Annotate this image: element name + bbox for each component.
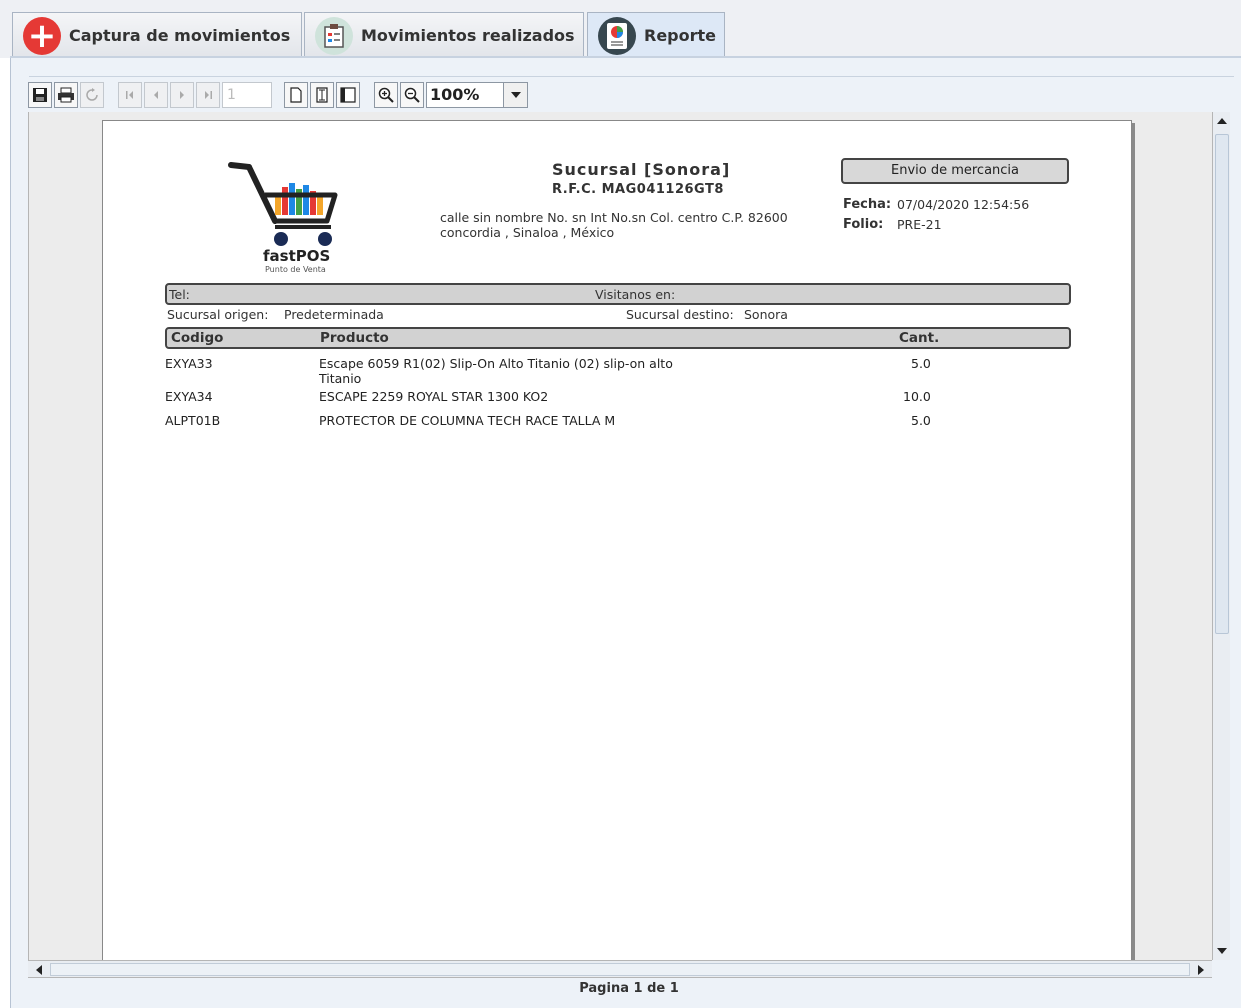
address-line-1: calle sin nombre No. sn Int No.sn Col. c… bbox=[440, 210, 788, 225]
logo-text: fastPOS bbox=[263, 247, 331, 265]
document-title: Envio de mercancia bbox=[841, 158, 1069, 184]
horizontal-scrollbar[interactable] bbox=[28, 960, 1212, 978]
page-number-input[interactable]: 1 bbox=[222, 82, 272, 108]
sucursal-origen-value: Predeterminada bbox=[284, 307, 384, 322]
refresh-icon bbox=[86, 88, 98, 101]
tab-movimientos-realizados[interactable]: Movimientos realizados bbox=[304, 12, 584, 58]
report-page: fastPOS Punto de Venta Sucursal [Sonora]… bbox=[102, 120, 1132, 960]
tel-label: Tel: bbox=[169, 287, 190, 302]
fecha-label: Fecha: bbox=[843, 197, 892, 212]
shopping-cart-icon bbox=[228, 162, 338, 246]
next-page-icon bbox=[180, 91, 184, 99]
report-viewport[interactable]: fastPOS Punto de Venta Sucursal [Sonora]… bbox=[28, 112, 1212, 960]
scroll-up-button[interactable] bbox=[1213, 112, 1231, 130]
table-header: Codigo Producto Cant. bbox=[165, 327, 1071, 349]
clipboard-icon bbox=[315, 16, 353, 55]
panel-border bbox=[29, 76, 1234, 77]
fit-page-button[interactable] bbox=[310, 82, 334, 108]
fit-width-button[interactable] bbox=[336, 82, 360, 108]
print-button[interactable] bbox=[54, 82, 78, 108]
chevron-down-icon bbox=[510, 92, 521, 98]
arrow-left-icon bbox=[36, 965, 42, 975]
tab-label: Movimientos realizados bbox=[361, 26, 575, 45]
column-codigo: Codigo bbox=[171, 330, 224, 346]
folio-value: PRE-21 bbox=[897, 217, 942, 232]
tab-captura-de-movimientos[interactable]: + Captura de movimientos bbox=[12, 12, 302, 58]
arrow-down-icon bbox=[1217, 948, 1227, 954]
report-icon bbox=[598, 16, 636, 55]
row-cant: 5.0 bbox=[911, 356, 931, 371]
next-page-button[interactable] bbox=[170, 82, 194, 108]
tab-label: Captura de movimientos bbox=[69, 26, 291, 45]
tab-bar: + Captura de movimientos Movimientos rea… bbox=[0, 0, 1241, 58]
previous-page-icon bbox=[154, 91, 158, 99]
sucursal-destino-label: Sucursal destino: bbox=[626, 307, 734, 322]
zoom-in-icon bbox=[378, 87, 394, 103]
branch-title: Sucursal [Sonora] bbox=[552, 160, 731, 179]
row-producto: ESCAPE 2259 ROYAL STAR 1300 KO2 bbox=[319, 389, 549, 404]
column-cant: Cant. bbox=[899, 330, 940, 346]
zoom-level-input[interactable]: 100% bbox=[426, 82, 504, 108]
printer-icon bbox=[58, 87, 74, 103]
visitanos-label: Visitanos en: bbox=[595, 287, 676, 302]
folio-label: Folio: bbox=[843, 217, 884, 232]
column-producto: Producto bbox=[320, 330, 389, 346]
row-producto: PROTECTOR DE COLUMNA TECH RACE TALLA M bbox=[319, 413, 616, 428]
scroll-down-button[interactable] bbox=[1213, 942, 1231, 960]
tab-label: Reporte bbox=[644, 26, 717, 45]
row-codigo: EXYA33 bbox=[165, 356, 213, 371]
rfc-text: R.F.C. MAG041126GT8 bbox=[552, 182, 724, 197]
vertical-scroll-thumb[interactable] bbox=[1215, 134, 1229, 634]
scroll-left-button[interactable] bbox=[30, 961, 48, 979]
address-line-2: concordia , Sinaloa , México bbox=[440, 225, 615, 240]
arrow-up-icon bbox=[1217, 118, 1227, 124]
vertical-scrollbar[interactable] bbox=[1212, 112, 1230, 960]
first-page-icon bbox=[126, 91, 133, 99]
zoom-out-button[interactable] bbox=[400, 82, 424, 108]
save-icon bbox=[33, 88, 47, 102]
last-page-icon bbox=[205, 91, 212, 99]
fit-page-icon bbox=[316, 87, 328, 103]
row-producto-continued: Titanio bbox=[319, 371, 362, 386]
row-cant: 5.0 bbox=[911, 413, 931, 428]
previous-page-button[interactable] bbox=[144, 82, 168, 108]
horizontal-scroll-thumb[interactable] bbox=[50, 963, 1190, 976]
first-page-button[interactable] bbox=[118, 82, 142, 108]
row-codigo: ALPT01B bbox=[165, 413, 221, 428]
save-button[interactable] bbox=[28, 82, 52, 108]
row-cant: 10.0 bbox=[903, 389, 931, 404]
reload-button[interactable] bbox=[80, 82, 104, 108]
tab-reporte[interactable]: Reporte bbox=[587, 12, 725, 58]
logo-subtitle: Punto de Venta bbox=[265, 265, 326, 274]
zoom-out-icon bbox=[404, 87, 420, 103]
row-codigo: EXYA34 bbox=[165, 389, 213, 404]
scroll-right-button[interactable] bbox=[1192, 961, 1210, 979]
zoom-in-button[interactable] bbox=[374, 82, 398, 108]
plus-circle-icon: + bbox=[23, 16, 61, 55]
last-page-button[interactable] bbox=[196, 82, 220, 108]
actual-size-button[interactable] bbox=[284, 82, 308, 108]
page-status: Pagina 1 de 1 bbox=[579, 981, 679, 996]
sucursal-origen-label: Sucursal origen: bbox=[167, 307, 269, 322]
arrow-right-icon bbox=[1198, 965, 1204, 975]
fecha-value: 07/04/2020 12:54:56 bbox=[897, 197, 1030, 212]
contact-band: Tel: Visitanos en: bbox=[165, 283, 1071, 305]
fit-width-icon bbox=[340, 87, 356, 103]
app-window: + Captura de movimientos Movimientos rea… bbox=[0, 0, 1241, 1008]
zoom-dropdown-button[interactable] bbox=[504, 82, 528, 108]
page-icon bbox=[290, 87, 302, 103]
row-producto: Escape 6059 R1(02) Slip-On Alto Titanio … bbox=[319, 356, 673, 371]
sucursal-destino-value: Sonora bbox=[744, 307, 788, 322]
viewer-toolbar: 1 100% bbox=[28, 80, 528, 110]
